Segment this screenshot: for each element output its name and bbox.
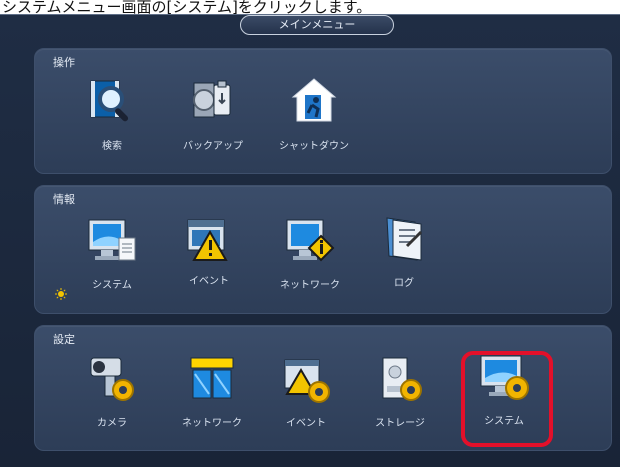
menu-item-label: ネットワーク xyxy=(182,418,242,429)
network-settings-icon xyxy=(190,357,234,399)
menu-item-search[interactable]: 検索 xyxy=(69,75,155,152)
info-section: 情報 システム イベント ネットワーク ログ xyxy=(34,185,612,314)
log-icon xyxy=(386,217,423,261)
menu-item-label: カメラ xyxy=(97,418,127,429)
menu-item-label: イベント xyxy=(286,418,326,429)
menu-item-label: バックアップ xyxy=(183,141,243,152)
menu-item-camera-settings[interactable]: カメラ xyxy=(69,352,155,429)
window-title: メインメニュー xyxy=(240,15,394,35)
menu-item-shutdown[interactable]: シャットダウン xyxy=(271,75,357,152)
info-section-title: 情報 xyxy=(53,193,75,206)
operation-section-title: 操作 xyxy=(53,56,75,69)
menu-item-label: 検索 xyxy=(102,141,122,152)
menu-item-label: システム xyxy=(92,280,132,291)
event-info-icon xyxy=(187,219,228,261)
backup-icon xyxy=(193,80,231,118)
search-icon xyxy=(90,80,129,122)
menu-item-label: イベント xyxy=(189,276,229,287)
instruction-caption: システムメニュー画面の[システム]をクリックします。 xyxy=(0,0,620,14)
menu-item-backup[interactable]: バックアップ xyxy=(170,75,256,152)
menu-item-label: ログ xyxy=(394,278,414,289)
menu-item-label: シャットダウン xyxy=(279,141,349,152)
menu-item-event-info[interactable]: イベント xyxy=(166,210,252,287)
menu-item-log[interactable]: ログ xyxy=(361,212,447,289)
menu-item-event-settings[interactable]: イベント xyxy=(263,352,349,429)
network-info-icon xyxy=(286,219,335,262)
settings-section-title: 設定 xyxy=(53,333,75,346)
menu-item-network-settings[interactable]: ネットワーク xyxy=(169,352,255,429)
camera-settings-icon xyxy=(90,357,134,401)
menu-item-label: ネットワーク xyxy=(280,280,340,291)
sun-icon[interactable] xyxy=(55,288,67,300)
operation-section: 操作 検索 バックアップ シャットダウン xyxy=(34,48,612,174)
selection-highlight xyxy=(461,351,553,447)
menu-item-system-info[interactable]: システム xyxy=(69,214,155,291)
system-info-icon xyxy=(88,219,136,261)
shutdown-icon xyxy=(291,78,337,122)
menu-item-storage-settings[interactable]: ストレージ xyxy=(357,352,443,429)
menu-item-label: ストレージ xyxy=(375,418,425,429)
main-menu-window: メインメニュー 操作 検索 バックアップ シャットダウン 情報 システム イベン… xyxy=(0,14,620,467)
menu-item-network-info[interactable]: ネットワーク xyxy=(267,214,353,291)
storage-settings-icon xyxy=(382,357,422,401)
event-settings-icon xyxy=(284,359,330,403)
